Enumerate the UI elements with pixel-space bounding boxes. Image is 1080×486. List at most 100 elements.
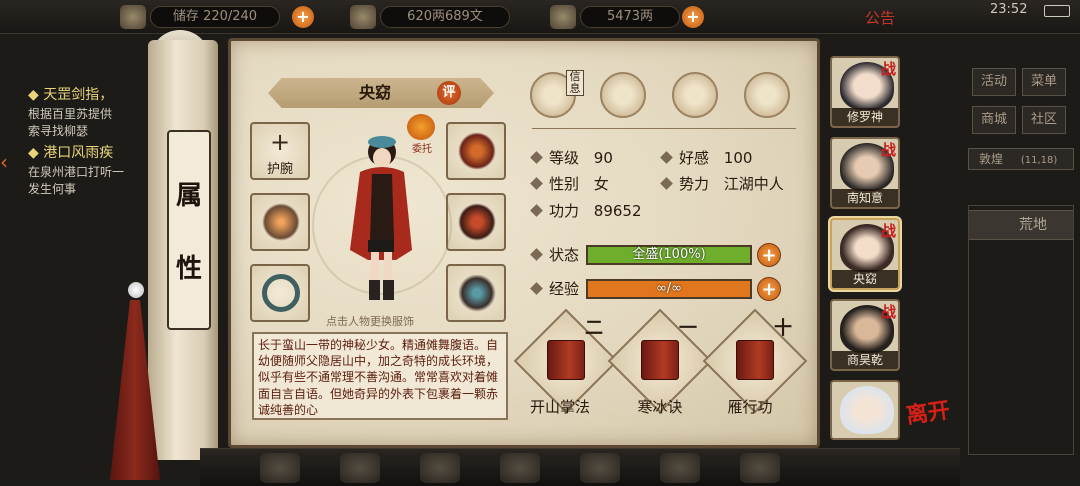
leave-button[interactable]: 离开 bbox=[902, 397, 958, 455]
battery-icon bbox=[1044, 5, 1070, 17]
activity-button[interactable]: 活动 bbox=[972, 68, 1016, 96]
bottom-menu-icon[interactable] bbox=[420, 453, 460, 483]
community-button[interactable]: 社区 bbox=[1022, 106, 1066, 134]
gold-plus-button[interactable]: + bbox=[682, 6, 704, 28]
equip-slot-armor-body[interactable] bbox=[446, 193, 506, 251]
attributes-tab-char: 属 bbox=[175, 181, 202, 211]
bottom-bar bbox=[200, 448, 960, 486]
party-member[interactable]: 战 商昊乾 bbox=[830, 299, 900, 371]
skill-rank: 十 bbox=[774, 318, 792, 339]
quest-line: 索寻找柳瑟 bbox=[28, 124, 89, 138]
menu-button[interactable]: 菜单 bbox=[1022, 68, 1066, 96]
party-member[interactable] bbox=[830, 380, 900, 440]
location-display: 敦煌 (11,18) bbox=[968, 148, 1074, 170]
bottom-menu-icon[interactable] bbox=[340, 453, 380, 483]
storage-label: 储存 bbox=[172, 9, 199, 24]
top-bar: 储存 220/240 + 620两689文 5473两 + 公告 23:52 bbox=[0, 0, 1080, 34]
diamond-icon bbox=[660, 177, 673, 190]
skill-book-icon bbox=[736, 340, 774, 380]
collapse-arrow-icon[interactable]: ‹ bbox=[0, 150, 8, 174]
stat-level: 等级 90 bbox=[530, 146, 613, 170]
quest-line: 在泉州港口打听一 bbox=[28, 165, 125, 179]
gold-icon bbox=[550, 5, 576, 29]
bangle-icon bbox=[262, 274, 300, 312]
party-member[interactable]: 战 央窈 bbox=[830, 218, 900, 290]
armor-top-icon bbox=[458, 132, 496, 170]
clock: 23:52 bbox=[990, 2, 1028, 17]
meridian-tab-icon[interactable] bbox=[744, 72, 790, 118]
skill-rank: 二 bbox=[585, 318, 603, 339]
storage-value: 220/240 bbox=[203, 9, 258, 24]
storage-plus-button[interactable]: + bbox=[292, 6, 314, 28]
quest-item[interactable]: ◆ 港口风雨疾 在泉州港口打听一 发生何事 bbox=[28, 142, 168, 198]
money-display: 620两689文 bbox=[380, 6, 510, 28]
area-list-panel bbox=[968, 205, 1074, 455]
tassel-bead bbox=[128, 282, 144, 298]
attributes-tab-char: 性 bbox=[175, 254, 202, 284]
delegate-icon[interactable] bbox=[407, 114, 435, 140]
stat-label: 功力 bbox=[549, 202, 580, 220]
exp-label-row: 经验 bbox=[530, 277, 580, 301]
diamond-icon bbox=[530, 282, 543, 295]
state-bar-text: 全盛(100%) bbox=[632, 247, 706, 262]
stat-value: 100 bbox=[723, 149, 753, 167]
war-badge: 战 bbox=[880, 303, 896, 321]
bottom-menu-icon[interactable] bbox=[580, 453, 620, 483]
stat-power: 功力 89652 bbox=[530, 199, 642, 223]
diamond-icon bbox=[530, 248, 543, 261]
character-portrait[interactable] bbox=[338, 130, 424, 310]
silver-icon bbox=[350, 5, 376, 29]
quest-panel[interactable]: ◆ 天罡剑指， 根据百里苏提供 索寻找柳瑟 ◆ 港口风雨疾 在泉州港口打听一 发… bbox=[28, 84, 168, 204]
equip-slot-weapon[interactable] bbox=[250, 193, 310, 251]
equip-slot-bracer[interactable]: + 护腕 bbox=[250, 122, 310, 180]
rate-button[interactable]: 评 bbox=[437, 81, 461, 105]
war-badge: 战 bbox=[880, 141, 896, 159]
right-menu: 活动 菜单 商城 社区 敦煌 (11,18) 荒地 bbox=[960, 60, 1080, 480]
exp-plus-button[interactable]: + bbox=[757, 277, 781, 301]
bottom-menu-icon[interactable] bbox=[660, 453, 700, 483]
stat-value: 江湖中人 bbox=[723, 175, 784, 193]
bagua-tab-icon[interactable] bbox=[672, 72, 718, 118]
character-name: 央窈 bbox=[358, 83, 391, 102]
portrait-hint: 点击人物更换服饰 bbox=[326, 315, 414, 328]
bottom-menu-icon[interactable] bbox=[740, 453, 780, 483]
quest-title: 天罡剑指， bbox=[43, 87, 114, 103]
diamond-icon bbox=[530, 151, 543, 164]
equip-slot-armor-top[interactable] bbox=[446, 122, 506, 180]
stat-value: 89652 bbox=[593, 202, 642, 220]
location-name: 敦煌 bbox=[979, 152, 1004, 166]
diamond-icon bbox=[660, 151, 673, 164]
state-plus-button[interactable]: + bbox=[757, 243, 781, 267]
quest-line: 发生何事 bbox=[28, 182, 77, 196]
state-label-row: 状态 bbox=[530, 243, 580, 267]
location-coords: (11,18) bbox=[1020, 155, 1058, 166]
party-member[interactable]: 战 修罗神 bbox=[830, 56, 900, 128]
bottom-menu-icon[interactable] bbox=[260, 453, 300, 483]
quest-title: 港口风雨疾 bbox=[43, 145, 114, 161]
bottom-menu-icon[interactable] bbox=[500, 453, 540, 483]
notice-button[interactable]: 公告 bbox=[865, 7, 895, 28]
stat-favor: 好感 100 bbox=[660, 146, 753, 170]
stat-label: 经验 bbox=[549, 280, 580, 298]
stat-label: 状态 bbox=[549, 246, 580, 264]
equip-slot-charm[interactable] bbox=[446, 264, 506, 322]
armor-body-icon bbox=[458, 203, 496, 241]
info-tab-label: 信息 bbox=[566, 70, 584, 96]
shop-button[interactable]: 商城 bbox=[972, 106, 1016, 134]
stat-value: 90 bbox=[593, 149, 613, 167]
stat-value: 女 bbox=[593, 175, 609, 193]
divider bbox=[532, 128, 796, 129]
character-description: 长于蛮山一带的神秘少女。精通傩舞腹语。自幼便随师父隐居山中，加之奇特的成长环境，… bbox=[252, 332, 508, 420]
storage-icon bbox=[120, 5, 146, 29]
attributes-tab[interactable]: 属 性 bbox=[167, 130, 211, 330]
map-scroll-tab-icon[interactable] bbox=[600, 72, 646, 118]
stat-label: 势力 bbox=[679, 175, 710, 193]
skill-name: 雁行功 bbox=[727, 398, 773, 416]
party-member[interactable]: 战 南知意 bbox=[830, 137, 900, 209]
party-member-name: 央窈 bbox=[832, 270, 898, 288]
diamond-icon bbox=[530, 204, 543, 217]
skill-rank: 一 bbox=[679, 318, 697, 339]
quest-item[interactable]: ◆ 天罡剑指， 根据百里苏提供 索寻找柳瑟 bbox=[28, 84, 168, 140]
skill-name: 开山掌法 bbox=[529, 398, 590, 416]
delegate-label: 委托 bbox=[412, 144, 432, 155]
